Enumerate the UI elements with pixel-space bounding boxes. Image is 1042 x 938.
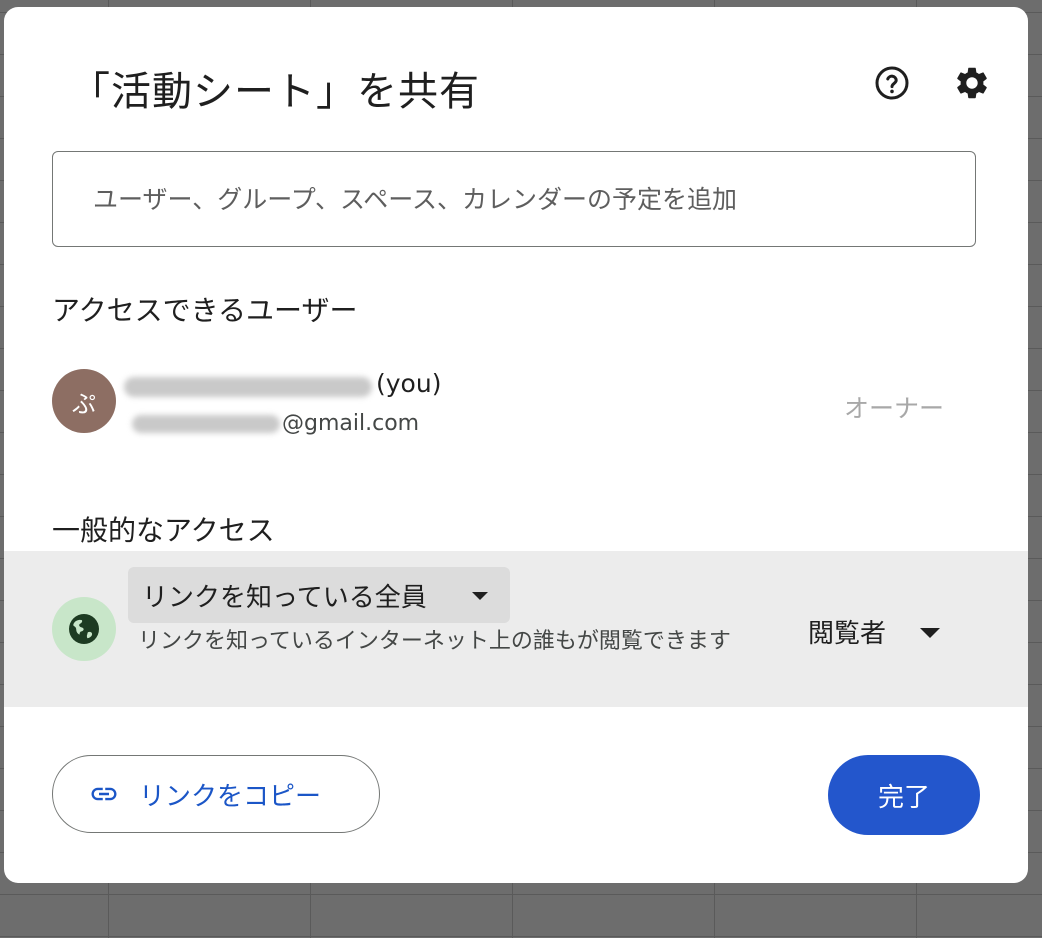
redacted-name	[124, 377, 372, 397]
chevron-down-icon	[472, 592, 488, 600]
scope-label: リンクを知っている全員	[142, 583, 427, 613]
owner-role-label: オーナー	[844, 394, 945, 423]
done-button[interactable]: 完了	[828, 755, 980, 835]
copy-link-button[interactable]: リンクをコピー	[52, 755, 380, 833]
globe-icon	[69, 614, 99, 644]
settings-button[interactable]	[950, 61, 994, 105]
general-access-heading: 一般的なアクセス	[52, 514, 275, 547]
people-with-access-heading: アクセスできるユーザー	[52, 294, 358, 327]
user-email: @gmail.com	[124, 407, 484, 437]
access-description: リンクを知っているインターネット上の誰もが閲覧できます	[138, 629, 731, 654]
redacted-email	[132, 415, 280, 433]
help-button[interactable]	[870, 61, 914, 105]
user-row-owner: ぷ (you) @gmail.com オーナー	[52, 367, 972, 437]
avatar: ぷ	[52, 369, 116, 433]
add-people-input[interactable]	[52, 151, 976, 247]
globe-badge	[52, 597, 116, 661]
user-name: (you)	[124, 369, 484, 403]
chevron-down-icon	[920, 628, 940, 638]
link-icon	[91, 787, 117, 801]
done-label: 完了	[877, 782, 930, 813]
help-circle-icon	[875, 66, 909, 100]
you-label: (you)	[376, 369, 442, 398]
email-domain: @gmail.com	[282, 411, 420, 436]
general-access-row: リンクを知っている全員 リンクを知っているインターネット上の誰もが閲覧できます …	[4, 551, 1028, 707]
gear-icon	[957, 67, 987, 99]
share-dialog: 「活動シート」を共有 アクセスできるユーザー ぷ (you) @gmail.co…	[4, 7, 1028, 883]
dialog-title: 「活動シート」を共有	[70, 69, 480, 115]
role-label: 閲覧者	[808, 619, 887, 649]
general-access-scope-dropdown[interactable]: リンクを知っている全員	[128, 567, 510, 623]
copy-link-label: リンクをコピー	[139, 782, 322, 812]
role-dropdown[interactable]: 閲覧者	[800, 607, 960, 653]
